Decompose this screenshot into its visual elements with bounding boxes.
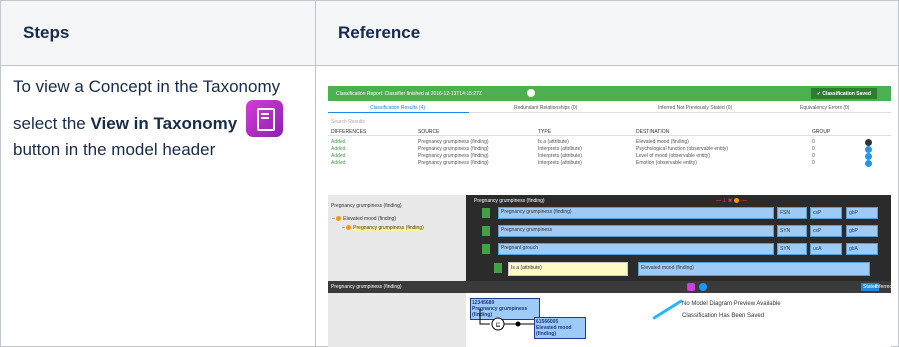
steps-text-2: button in the model header <box>13 140 216 159</box>
pointer-arrow <box>652 299 683 320</box>
diagram-note-1: No Model Diagram Preview Available <box>682 301 781 307</box>
svg-text:⊑: ⊑ <box>496 323 501 329</box>
reference-screenshot: Classification Report: Classifier finish… <box>328 86 893 347</box>
col-destination: DESTINATION <box>636 129 670 135</box>
description-row: Pregnancy grumpiness (finding) FSN csP g… <box>472 207 884 219</box>
steps-bold: View in Taxonomy <box>90 114 238 133</box>
relationship-value: Elevated mood (finding) <box>638 262 870 276</box>
model-diagram: 12345689 Pregnancy grumpiness (finding) ⊑… <box>466 293 891 347</box>
diagram-connector: ⊑ <box>479 309 534 331</box>
col-source: SOURCE <box>418 129 440 135</box>
inferred-toggle: Inferred <box>875 284 893 290</box>
report-title: Classification Report: Classifier finish… <box>336 91 482 97</box>
view-in-taxonomy-icon <box>687 283 695 291</box>
tab-equivalency: Equivalency Errors (0) <box>800 105 850 111</box>
diagram-title: Pregnancy grumpiness (finding) <box>331 284 402 290</box>
row-action-icon <box>865 160 872 167</box>
info-icon <box>699 283 707 291</box>
classification-saved-button: ✓ Classification Saved <box>810 88 877 99</box>
tab-classification-results: Classification Results (4) <box>370 105 426 111</box>
results-tabs: Classification Results (4) Redundant Rel… <box>328 101 891 113</box>
description-row: Pregnant grouch SYN ucA gbA <box>472 243 884 255</box>
diagram-bar: Pregnancy grumpiness (finding) Stated In… <box>328 281 893 293</box>
table-row: Added Pregnancy grumpiness (finding) Is a … <box>328 138 891 146</box>
taxonomy-header: Pregnancy grumpiness (finding) <box>331 203 402 209</box>
view-in-taxonomy-icon <box>245 100 283 137</box>
col-type: TYPE <box>538 129 552 135</box>
reference-header: Reference <box>315 0 899 66</box>
reference-header-label: Reference <box>338 23 421 42</box>
concept-title: Pregnancy grumpiness (finding) <box>474 198 545 204</box>
table-row: Added Pregnancy grumpiness (finding) Inter… <box>328 159 891 167</box>
tab-redundant: Redundant Relationships (0) <box>514 105 578 111</box>
taxonomy-parent: – Elevated mood (finding) <box>332 216 396 222</box>
steps-instructions: To view a Concept in the Taxonomy select… <box>13 74 313 163</box>
active-tab-underline <box>328 112 469 113</box>
relationship-row: Is a (attribute) Elevated mood (finding) <box>486 262 884 276</box>
concept-controls: — ⇣ ✖ — <box>716 198 747 204</box>
diagram-note-2: Classification Has Been Saved <box>682 313 765 319</box>
steps-header-label: Steps <box>23 23 70 42</box>
tab-inferred: Inferred Not Previously Stated (0) <box>658 105 733 111</box>
search-results-field: Search Results <box>331 119 365 125</box>
concept-editor-panel: Pregnancy grumpiness (finding) — ⇣ ✖ — P… <box>466 195 891 281</box>
steps-cell: To view a Concept in the Taxonomy select… <box>0 66 316 347</box>
table-row: Added Pregnancy grumpiness (finding) Inter… <box>328 152 891 160</box>
download-icon <box>527 89 535 97</box>
description-row: Pregnancy grumpiness SYN csP gbP <box>472 225 884 237</box>
col-differences: DIFFERENCES <box>331 129 367 135</box>
taxonomy-child: – Pregnancy grumpiness (finding) <box>342 225 424 231</box>
diagram-parent-box: 61566005 Elevated mood (finding) <box>534 317 586 339</box>
col-group: GROUP <box>812 129 831 135</box>
results-header-row: DIFFERENCES SOURCE TYPE DESTINATION GROU… <box>328 128 891 136</box>
steps-header: Steps <box>0 0 316 66</box>
classification-report-bar: Classification Report: Classifier finish… <box>328 86 891 101</box>
relationship-attribute: Is a (attribute) <box>508 262 628 276</box>
table-row: Added Pregnancy grumpiness (finding) Inter… <box>328 145 891 153</box>
taxonomy-panel: Pregnancy grumpiness (finding) – Elevate… <box>328 195 466 347</box>
